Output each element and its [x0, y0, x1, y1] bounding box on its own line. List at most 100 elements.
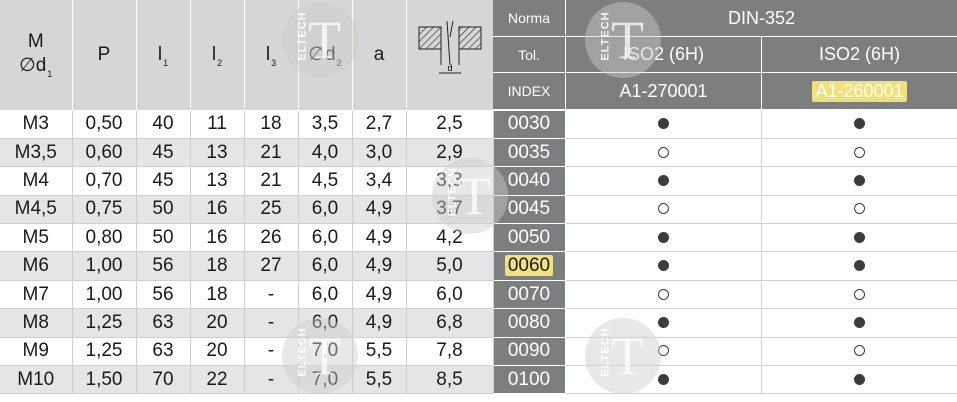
cell-index: 0040 [493, 166, 566, 196]
cell-l1: 56 [136, 251, 191, 281]
cell-l2: 18 [190, 280, 245, 310]
filled-circle-icon [657, 373, 669, 385]
header-d1-sub: 1 [47, 68, 53, 79]
cell-l3: 18 [244, 110, 299, 139]
filled-circle-icon [657, 316, 669, 328]
cell-m: M10 [0, 365, 73, 395]
availability-cell [565, 195, 762, 225]
cell-diag: 7,8 [406, 337, 494, 367]
cell-l1: 50 [136, 195, 191, 225]
cell-d2: 6,0 [298, 195, 353, 225]
table-row: M7 1,00 56 18-6,0 4,9 6,0 0070 [0, 280, 957, 310]
table-row: M4,5 0,75 50 16 25 6,0 4,9 3,7 0045 [0, 195, 957, 225]
cell-diag: 3,7 [406, 195, 494, 225]
header-thread-diagram: d [406, 0, 494, 111]
cell-a: 3,0 [352, 138, 407, 168]
cell-index: 0060 [493, 251, 566, 281]
index-value-2-cell: A1-260001 [761, 73, 957, 110]
table-row: M5 0,80 50 16 26 6,0 4,9 4,2 0050 [0, 223, 957, 253]
cell-m: M9 [0, 337, 73, 367]
availability-cell [565, 308, 762, 338]
cell-l1: 70 [136, 365, 191, 395]
cell-a: 5,5 [352, 337, 407, 367]
filled-circle-icon [657, 174, 669, 186]
header-l1-label: l [157, 43, 163, 65]
empty-circle-icon [853, 345, 865, 357]
index-code: 0040 [507, 169, 551, 191]
cell-index: 0035 [493, 138, 566, 168]
availability-cell [761, 166, 957, 196]
cell-p: 1,25 [72, 337, 137, 367]
availability-cell [761, 280, 957, 310]
cell-diag: 4,2 [406, 223, 494, 253]
cell-diag: 6,0 [406, 280, 494, 310]
availability-cell [761, 138, 957, 168]
availability-cell [565, 223, 762, 253]
standard-header-block: Norma DIN-352 Tol. ISO2 (6H) ISO2 (6H) I… [493, 0, 957, 110]
availability-cell [761, 308, 957, 338]
cell-d2: 3,5 [298, 110, 353, 139]
filled-circle-icon [853, 260, 865, 272]
tol-value-2: ISO2 (6H) [761, 37, 957, 73]
availability-cell [761, 195, 957, 225]
cell-p: 0,50 [72, 110, 137, 139]
table-row: M3 0,50 40 11 18 3,5 2,7 2,5 0030 [0, 110, 957, 139]
cell-p: 1,50 [72, 365, 137, 395]
cell-l2: 13 [190, 166, 245, 196]
cell-p: 1,00 [72, 251, 137, 281]
cell-l1: 45 [136, 138, 191, 168]
cell-a: 4,9 [352, 195, 407, 225]
header-a-label: a [373, 43, 385, 65]
availability-cell [565, 251, 762, 281]
table-row: M4 0,70 45 13 21 4,5 3,4 3,3 0040 [0, 166, 957, 196]
cell-m: M4,5 [0, 195, 73, 225]
cell-l2: 20 [190, 308, 245, 338]
header-l3-label: l [265, 43, 271, 65]
table-row: M8 1,25 63 20-6,0 4,9 6,8 0080 [0, 308, 957, 338]
index-code: 0100 [507, 368, 551, 390]
availability-cell [565, 138, 762, 168]
cell-l2: 11 [190, 110, 245, 139]
cell-index: 0090 [493, 337, 566, 367]
cell-d2: 6,0 [298, 223, 353, 253]
cell-m: M7 [0, 280, 73, 310]
availability-cell [761, 337, 957, 367]
cell-p: 0,75 [72, 195, 137, 225]
cell-index: 0030 [493, 110, 566, 139]
cell-m: M8 [0, 308, 73, 338]
cell-p: 1,00 [72, 280, 137, 310]
header-l2-sub: 2 [217, 57, 223, 68]
availability-cell [565, 166, 762, 196]
cell-l3: 21 [244, 138, 299, 168]
cell-l2: 13 [190, 138, 245, 168]
cell-d2: 7,0 [298, 337, 353, 367]
cell-m: M6 [0, 251, 73, 281]
cell-m: M4 [0, 166, 73, 196]
cell-p: 0,70 [72, 166, 137, 196]
cell-p: 0,80 [72, 223, 137, 253]
header-p: P [72, 0, 137, 111]
filled-circle-icon [657, 260, 669, 272]
empty-circle-icon [657, 203, 669, 215]
cell-diag: 2,9 [406, 138, 494, 168]
filled-circle-icon [853, 174, 865, 186]
header-p-label: P [97, 43, 111, 65]
cell-l3: - [244, 337, 299, 367]
index-code: 0090 [507, 340, 551, 362]
cell-index: 0080 [493, 308, 566, 338]
header-l3-sub: 3 [271, 57, 277, 68]
empty-circle-icon [853, 288, 865, 300]
filled-circle-icon [853, 316, 865, 328]
header-l2-label: l [211, 43, 217, 65]
filled-circle-icon [853, 231, 865, 243]
cell-d2: 6,0 [298, 308, 353, 338]
cell-p: 0,60 [72, 138, 137, 168]
cell-l3: 26 [244, 223, 299, 253]
availability-cell [761, 365, 957, 395]
cell-l3: - [244, 280, 299, 310]
cell-l1: 63 [136, 308, 191, 338]
availability-cell [761, 251, 957, 281]
header-l1-sub: 1 [163, 57, 169, 68]
norma-value: DIN-352 [565, 0, 957, 37]
table-row: M6 1,00 56 18 27 6,0 4,9 5,0 0060 [0, 251, 957, 281]
